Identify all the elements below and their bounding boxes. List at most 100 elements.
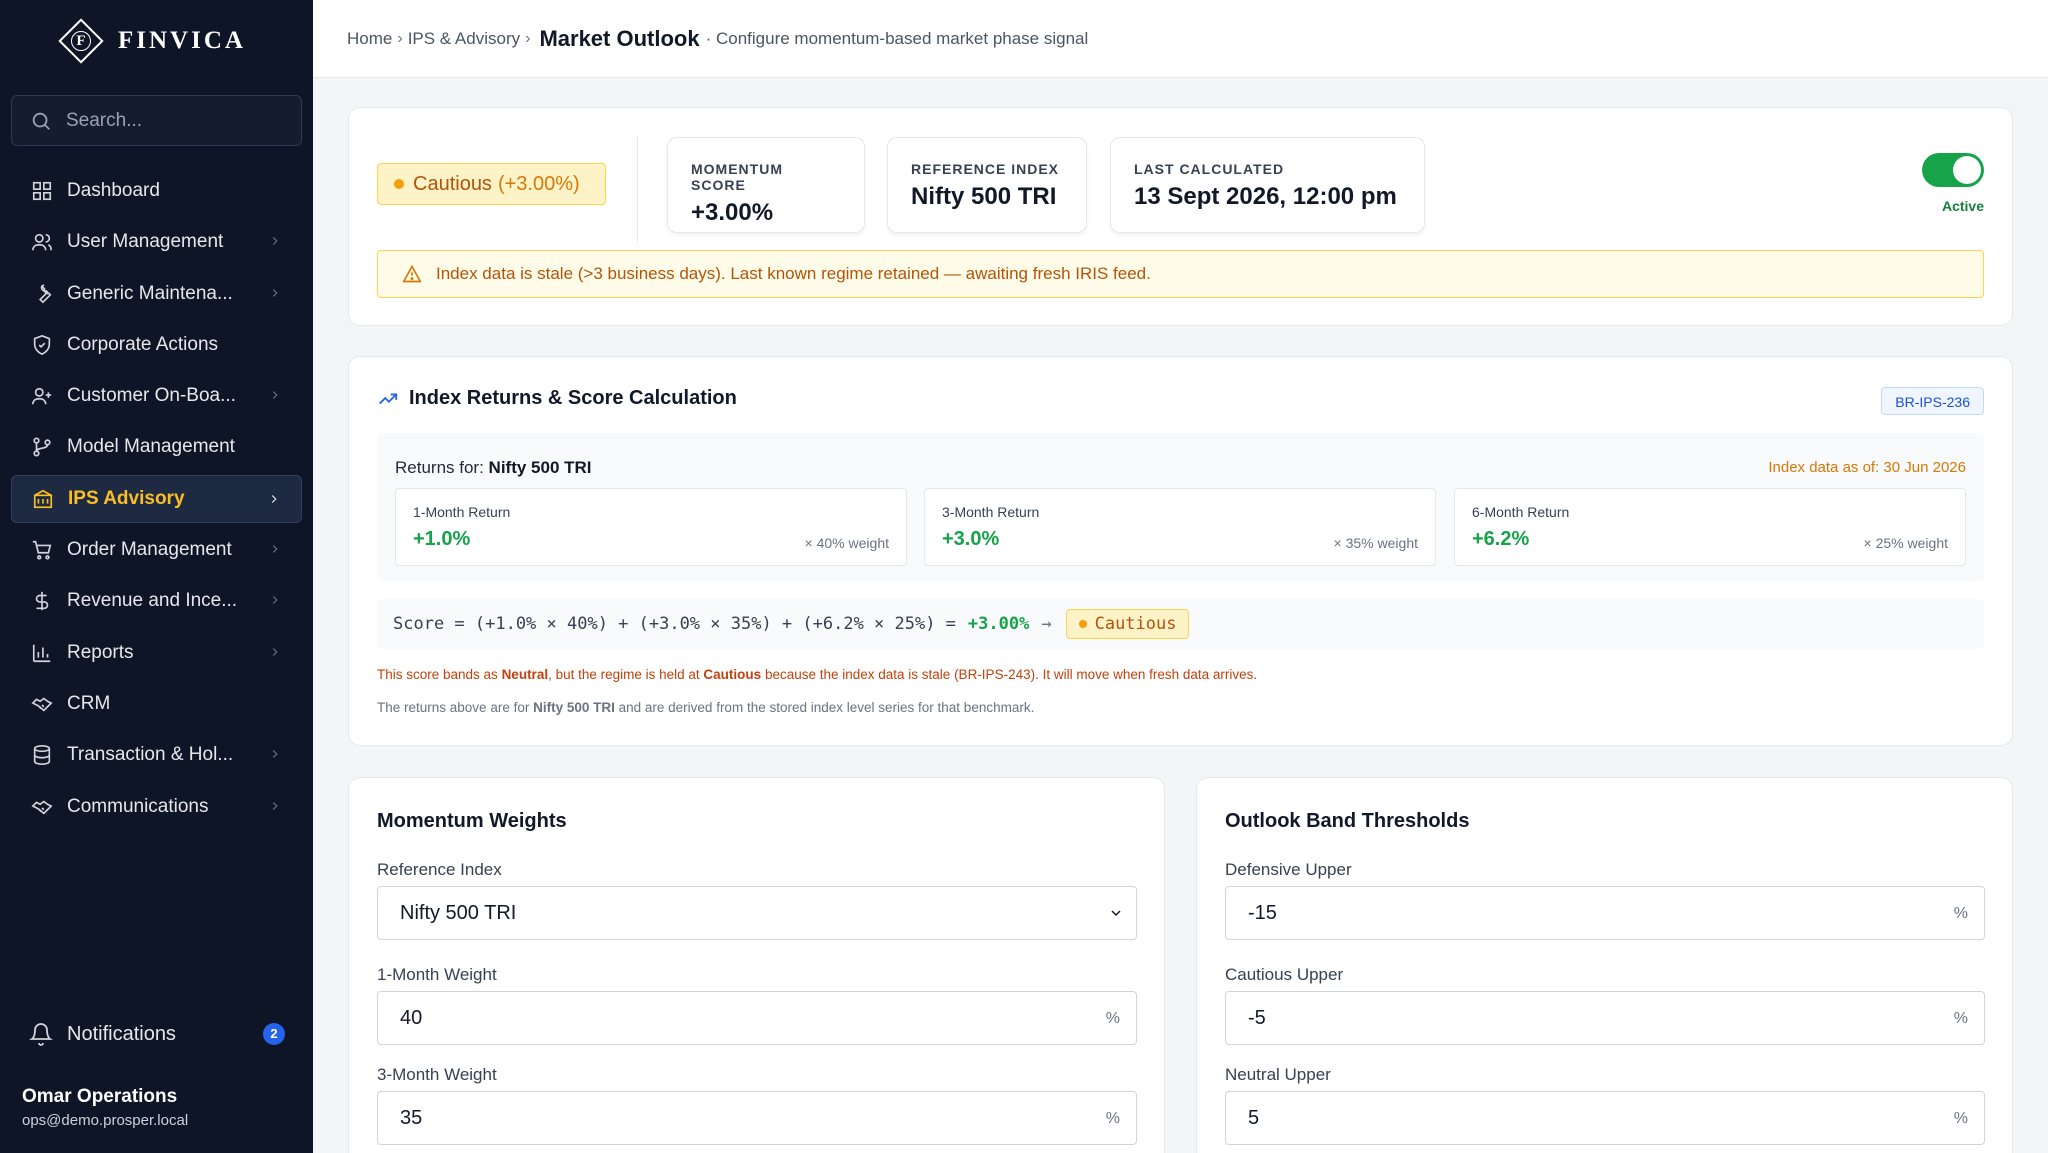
search-icon xyxy=(32,112,50,130)
sidebar: F FINVICA Dashboard User Management Gene… xyxy=(0,0,313,1153)
breadcrumb-ips-advisory[interactable]: IPS & Advisory xyxy=(408,29,520,49)
sidebar-item-model-management[interactable]: Model Management xyxy=(11,423,302,471)
status-dot-icon xyxy=(394,179,404,189)
users-icon xyxy=(32,234,52,251)
status-dot-icon xyxy=(1078,620,1087,628)
neutral-upper-input[interactable]: 5 % xyxy=(1225,1091,1985,1145)
stat-label: MOMENTUM SCORE xyxy=(691,161,783,193)
outlook-band-thresholds-card: Outlook Band Thresholds Defensive Upper … xyxy=(1196,777,2013,1153)
sidebar-item-label: Order Management xyxy=(67,539,232,561)
bar-chart-icon xyxy=(32,644,51,662)
sidebar-item-label: Transaction & Hol... xyxy=(67,744,234,766)
return-weight: × 35% weight xyxy=(1333,535,1418,551)
stale-data-alert: Index data is stale (>3 business days). … xyxy=(377,250,1984,298)
sidebar-item-generic-maintenance[interactable]: Generic Maintena... xyxy=(11,270,302,318)
bell-icon xyxy=(29,1023,53,1046)
return-label: 6-Month Return xyxy=(1472,504,1570,520)
formula-regime-badge: Cautious xyxy=(1065,609,1190,639)
search-box[interactable] xyxy=(11,95,302,146)
page-header: Home › IPS & Advisory › Market Outlook ·… xyxy=(313,0,2048,78)
return-box-3m: 3-Month Return +3.0% × 35% weight xyxy=(924,488,1436,566)
sidebar-item-transaction-holdings[interactable]: Transaction & Hol... xyxy=(11,731,302,779)
chevron-down-icon xyxy=(1111,910,1121,917)
user-profile[interactable]: Omar Operations ops@demo.prosper.local xyxy=(22,1086,188,1129)
return-box-6m: 6-Month Return +6.2% × 25% weight xyxy=(1454,488,1966,566)
section-title: Index Returns & Score Calculation xyxy=(377,387,737,410)
sidebar-item-reports[interactable]: Reports xyxy=(11,629,302,677)
chevron-right-icon xyxy=(272,545,278,553)
sidebar-item-label: Generic Maintena... xyxy=(67,282,233,304)
active-toggle[interactable] xyxy=(1922,153,1984,187)
arrow-right-icon: → xyxy=(1041,614,1052,634)
input-value: -5 xyxy=(1248,1006,1266,1029)
breadcrumb-separator: › xyxy=(397,29,403,47)
sidebar-item-label: Dashboard xyxy=(67,180,160,201)
toggle-label: Active xyxy=(1941,198,1984,214)
sidebar-item-communications[interactable]: Communications xyxy=(11,783,302,831)
stat-label: LAST CALCULATED xyxy=(1134,161,1285,177)
git-branch-icon xyxy=(33,437,51,458)
sidebar-item-label: Model Management xyxy=(67,436,235,458)
user-email: ops@demo.prosper.local xyxy=(22,1112,189,1129)
user-plus-icon xyxy=(32,388,52,405)
return-value: +3.0% xyxy=(942,528,1000,550)
regime-status-badge: Cautious (+3.00%) xyxy=(377,163,606,205)
score-formula: Score = (+1.0% × 40%) + (+3.0% × 35%) + … xyxy=(377,599,1984,649)
field-label: Defensive Upper xyxy=(1225,860,1352,879)
breadcrumb-home[interactable]: Home xyxy=(347,29,392,49)
return-weight: × 25% weight xyxy=(1863,535,1948,551)
brand-logo[interactable]: F FINVICA xyxy=(58,16,246,66)
chevron-right-icon xyxy=(272,391,278,400)
user-name: Omar Operations xyxy=(22,1086,178,1107)
shield-icon xyxy=(33,334,51,355)
field-label: 3-Month Weight xyxy=(377,1065,497,1084)
sidebar-item-label: Customer On-Boa... xyxy=(67,385,236,407)
chevron-right-icon xyxy=(271,494,277,503)
index-data-as-of: Index data as of: 30 Jun 2026 xyxy=(1768,459,1966,476)
sidebar-item-crm[interactable]: CRM xyxy=(11,680,302,728)
index-returns-card: Index Returns & Score Calculation BR-IPS… xyxy=(348,356,2013,746)
sidebar-item-customer-onboarding[interactable]: Customer On-Boa... xyxy=(11,372,302,420)
handshake-icon xyxy=(31,697,53,712)
defensive-upper-input[interactable]: -15 % xyxy=(1225,886,1985,940)
reference-index-select[interactable]: Nifty 500 TRI xyxy=(377,886,1137,940)
toggle-knob xyxy=(1953,156,1981,184)
sidebar-item-label: Communications xyxy=(67,795,209,817)
sidebar-item-dashboard[interactable]: Dashboard xyxy=(11,167,302,215)
formula-result: +3.00% xyxy=(967,614,1030,634)
chevron-right-icon xyxy=(272,801,278,810)
search-input[interactable] xyxy=(66,109,286,132)
input-value: 5 xyxy=(1248,1106,1260,1129)
sidebar-item-revenue-and-incentives[interactable]: Revenue and Ince... xyxy=(11,577,302,625)
returns-panel: Returns for: Nifty 500 TRI Index data as… xyxy=(377,433,1984,581)
sidebar-item-order-management[interactable]: Order Management xyxy=(11,526,302,574)
stat-momentum-score: MOMENTUM SCORE +3.00% xyxy=(667,137,865,233)
chevron-right-icon xyxy=(272,237,278,246)
return-value: +6.2% xyxy=(1472,528,1530,550)
returns-for: Returns for: Nifty 500 TRI xyxy=(395,458,592,477)
sidebar-item-user-management[interactable]: User Management xyxy=(11,218,302,266)
unit-suffix: % xyxy=(1953,1110,1968,1127)
unit-suffix: % xyxy=(1105,1110,1120,1127)
returns-source-note: The returns above are for Nifty 500 TRI … xyxy=(377,700,1035,715)
cautious-upper-input[interactable]: -5 % xyxy=(1225,991,1985,1045)
sidebar-item-label: IPS Advisory xyxy=(68,487,185,509)
database-icon xyxy=(33,745,51,766)
sidebar-item-ips-advisory[interactable]: IPS Advisory xyxy=(11,474,302,523)
sidebar-item-label: User Management xyxy=(67,231,224,253)
handshake-icon xyxy=(31,800,53,815)
one-month-weight-input[interactable]: 40 % xyxy=(377,991,1137,1045)
cart-icon xyxy=(32,541,52,560)
chevron-right-icon xyxy=(272,750,278,759)
input-value: 40 xyxy=(400,1006,423,1029)
three-month-weight-input[interactable]: 35 % xyxy=(377,1091,1137,1145)
input-value: 35 xyxy=(400,1106,423,1129)
unit-suffix: % xyxy=(1105,1010,1120,1027)
card-title: Outlook Band Thresholds xyxy=(1225,810,1470,832)
stat-value: +3.00% xyxy=(691,199,774,226)
breadcrumb-separator: › xyxy=(525,29,531,47)
notifications-button[interactable]: Notifications 2 xyxy=(11,1010,302,1058)
rule-code-badge: BR-IPS-236 xyxy=(1881,387,1984,415)
sidebar-item-corporate-actions[interactable]: Corporate Actions xyxy=(11,321,302,369)
brand-name: FINVICA xyxy=(118,27,246,54)
